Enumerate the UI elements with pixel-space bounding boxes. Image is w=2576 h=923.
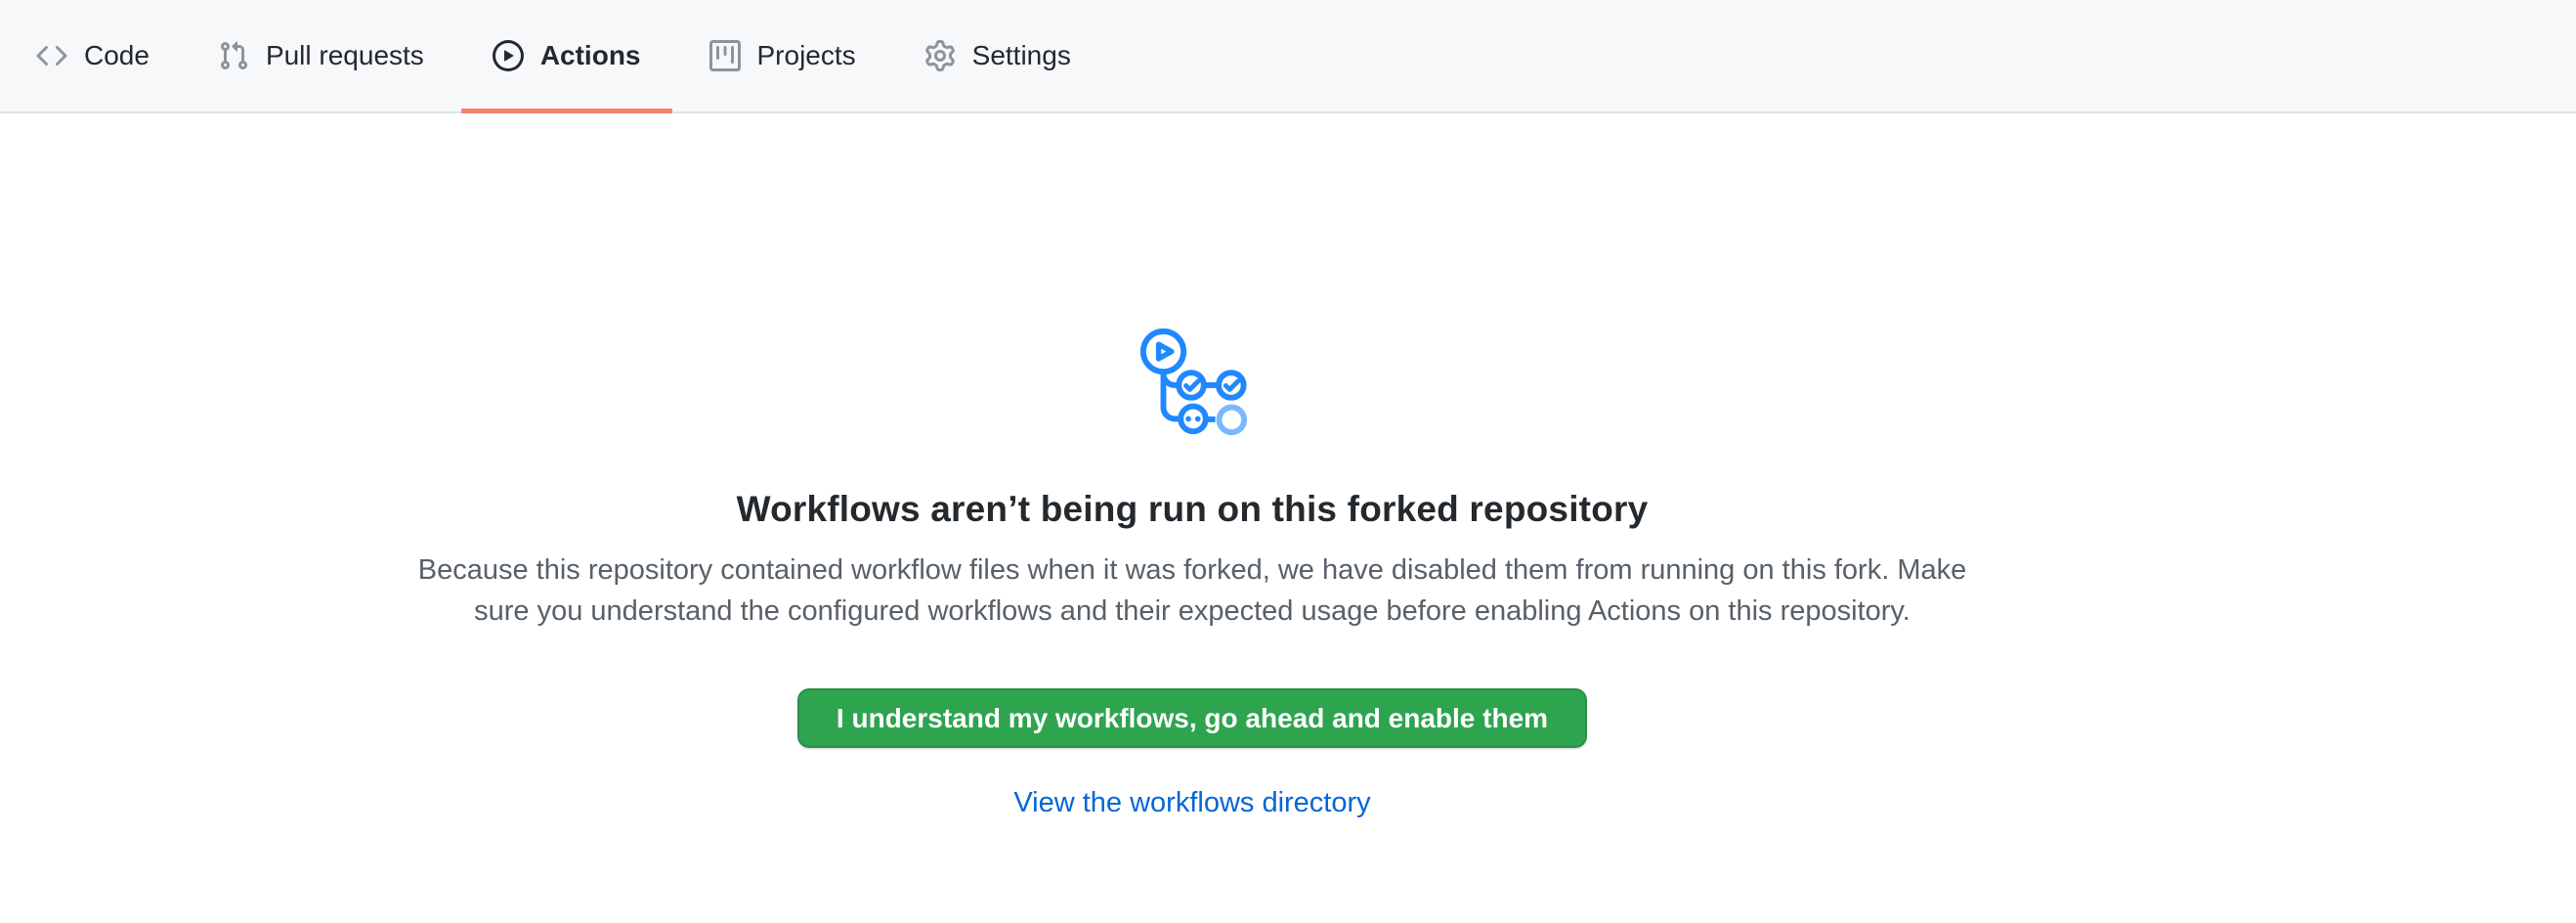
git-pull-request-icon <box>218 40 249 71</box>
blankslate-heading: Workflows aren’t being run on this forke… <box>737 489 1649 530</box>
tab-projects-label: Projects <box>757 42 856 69</box>
tab-projects[interactable]: Projects <box>678 0 887 111</box>
description-line-1: Because this repository contained workfl… <box>418 554 1967 586</box>
tab-settings-label: Settings <box>972 42 1071 69</box>
code-icon <box>36 40 67 71</box>
actions-disabled-blankslate: Workflows aren’t being run on this forke… <box>0 113 2384 819</box>
tab-actions[interactable]: Actions <box>461 0 672 111</box>
description-line-2: sure you understand the configured workf… <box>474 595 1911 627</box>
tab-code-label: Code <box>84 42 150 69</box>
blankslate-description: Because this repository contained workfl… <box>418 549 1967 632</box>
gear-icon <box>924 40 956 71</box>
tab-actions-label: Actions <box>540 42 641 69</box>
play-icon <box>493 40 524 71</box>
tab-pull-requests[interactable]: Pull requests <box>187 0 455 111</box>
project-icon <box>709 40 741 71</box>
repo-tab-bar: Code Pull requests Actions Projects Sett… <box>0 0 2576 113</box>
tab-code[interactable]: Code <box>5 0 181 111</box>
tab-pull-requests-label: Pull requests <box>266 42 424 69</box>
tab-settings[interactable]: Settings <box>893 0 1102 111</box>
view-workflows-directory-link[interactable]: View the workflows directory <box>1013 787 1370 819</box>
enable-workflows-button[interactable]: I understand my workflows, go ahead and … <box>797 688 1587 748</box>
workflow-graph-icon <box>1135 325 1250 440</box>
